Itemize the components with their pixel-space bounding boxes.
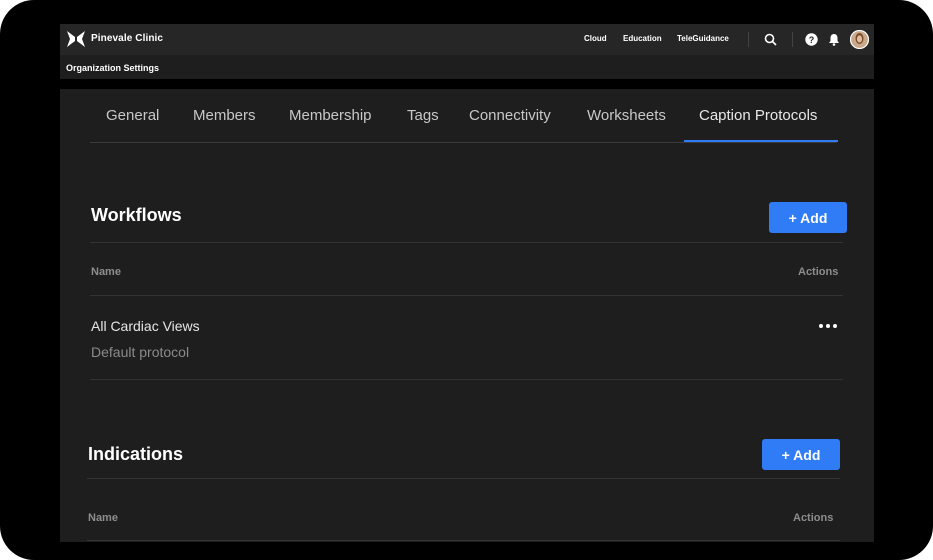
more-icon[interactable] bbox=[819, 324, 837, 328]
nav-divider bbox=[748, 32, 749, 47]
page-title: Organization Settings bbox=[66, 63, 160, 73]
butterfly-logo-icon[interactable] bbox=[66, 30, 86, 48]
header-gap bbox=[60, 79, 874, 89]
workflows-title: Workflows bbox=[91, 205, 182, 225]
indications-col-name[interactable]: Name bbox=[88, 512, 118, 524]
nav-link-teleguidance[interactable]: TeleGuidance bbox=[677, 34, 729, 43]
bell-icon[interactable] bbox=[828, 33, 840, 46]
avatar[interactable] bbox=[850, 30, 869, 49]
tab-connectivity[interactable]: Connectivity bbox=[469, 107, 551, 124]
workflow-subtitle: Default protocol bbox=[91, 344, 190, 360]
divider bbox=[87, 478, 840, 479]
search-icon[interactable] bbox=[764, 33, 777, 46]
settings-content: General Members Membership Tags Connecti… bbox=[60, 89, 874, 542]
help-icon[interactable]: ? bbox=[805, 33, 818, 46]
tab-general[interactable]: General bbox=[106, 107, 159, 124]
svg-text:?: ? bbox=[809, 35, 815, 45]
brand-name[interactable]: Pinevale Clinic bbox=[91, 33, 163, 44]
workflow-name[interactable]: All Cardiac Views bbox=[91, 318, 200, 334]
top-nav-bar: Pinevale Clinic Cloud Education TeleGuid… bbox=[60, 24, 874, 55]
add-workflow-button[interactable]: + Add bbox=[769, 202, 847, 233]
nav-link-cloud[interactable]: Cloud bbox=[584, 34, 607, 43]
nav-link-education[interactable]: Education bbox=[623, 34, 662, 43]
indications-col-actions: Actions bbox=[793, 512, 834, 524]
workflows-col-actions: Actions bbox=[798, 266, 839, 278]
app-screen: Pinevale Clinic Cloud Education TeleGuid… bbox=[60, 24, 874, 542]
page-header: Organization Settings bbox=[60, 55, 874, 81]
indications-title: Indications bbox=[88, 444, 184, 464]
device-frame: Pinevale Clinic Cloud Education TeleGuid… bbox=[0, 0, 933, 560]
tab-members[interactable]: Members bbox=[193, 107, 256, 124]
tab-membership[interactable]: Membership bbox=[289, 107, 372, 124]
divider bbox=[90, 242, 843, 243]
add-indication-button[interactable]: + Add bbox=[762, 439, 840, 470]
active-tab-indicator bbox=[684, 140, 838, 142]
tab-tags[interactable]: Tags bbox=[407, 107, 439, 124]
tab-worksheets[interactable]: Worksheets bbox=[587, 107, 666, 124]
divider bbox=[90, 379, 843, 380]
workflows-col-name[interactable]: Name bbox=[91, 266, 121, 278]
nav-divider bbox=[792, 32, 793, 47]
divider bbox=[87, 540, 840, 541]
settings-tabs: General Members Membership Tags Connecti… bbox=[90, 89, 837, 143]
divider bbox=[90, 295, 843, 296]
tab-caption-protocols[interactable]: Caption Protocols bbox=[699, 107, 817, 124]
